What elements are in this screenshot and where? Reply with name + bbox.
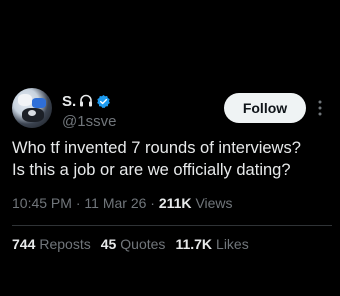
display-name[interactable]: S.: [62, 93, 76, 110]
likes-count: 11.7K: [175, 236, 213, 252]
avatar-shape: [28, 110, 36, 116]
tweet-date[interactable]: 11 Mar 26: [84, 195, 146, 211]
author-name-row[interactable]: S.: [62, 92, 111, 110]
reposts-label: Reposts: [39, 236, 91, 252]
tweet-stats: 744 Reposts 45 Quotes 11.7K Likes: [12, 236, 259, 252]
quotes-stat[interactable]: 45 Quotes: [101, 236, 166, 252]
avatar[interactable]: [12, 88, 52, 128]
headphones-icon: [79, 94, 93, 108]
follow-button[interactable]: Follow: [224, 93, 306, 123]
likes-label: Likes: [216, 236, 249, 252]
divider: [12, 225, 332, 226]
meta-separator: ·: [150, 195, 159, 211]
likes-stat[interactable]: 11.7K Likes: [175, 236, 248, 252]
more-options-icon[interactable]: [317, 99, 323, 117]
tweet-meta: 10:45 PM · 11 Mar 26 · 211K Views: [12, 195, 233, 211]
views-count: 211K: [158, 195, 192, 211]
reposts-stat[interactable]: 744 Reposts: [12, 236, 91, 252]
avatar-shape: [18, 94, 32, 106]
quotes-label: Quotes: [120, 236, 166, 252]
tweet-text: Who tf invented 7 rounds of interviews? …: [12, 139, 301, 179]
tweet-card: S. @1ssve Follow Who tf invented 7 round…: [0, 0, 340, 296]
reposts-count: 744: [12, 236, 36, 252]
tweet-time[interactable]: 10:45 PM: [12, 195, 72, 211]
author-handle[interactable]: @1ssve: [62, 113, 116, 130]
verified-badge-icon: [96, 94, 111, 109]
avatar-shape: [32, 98, 46, 108]
views-label: Views: [195, 195, 233, 211]
quotes-count: 45: [100, 236, 117, 252]
